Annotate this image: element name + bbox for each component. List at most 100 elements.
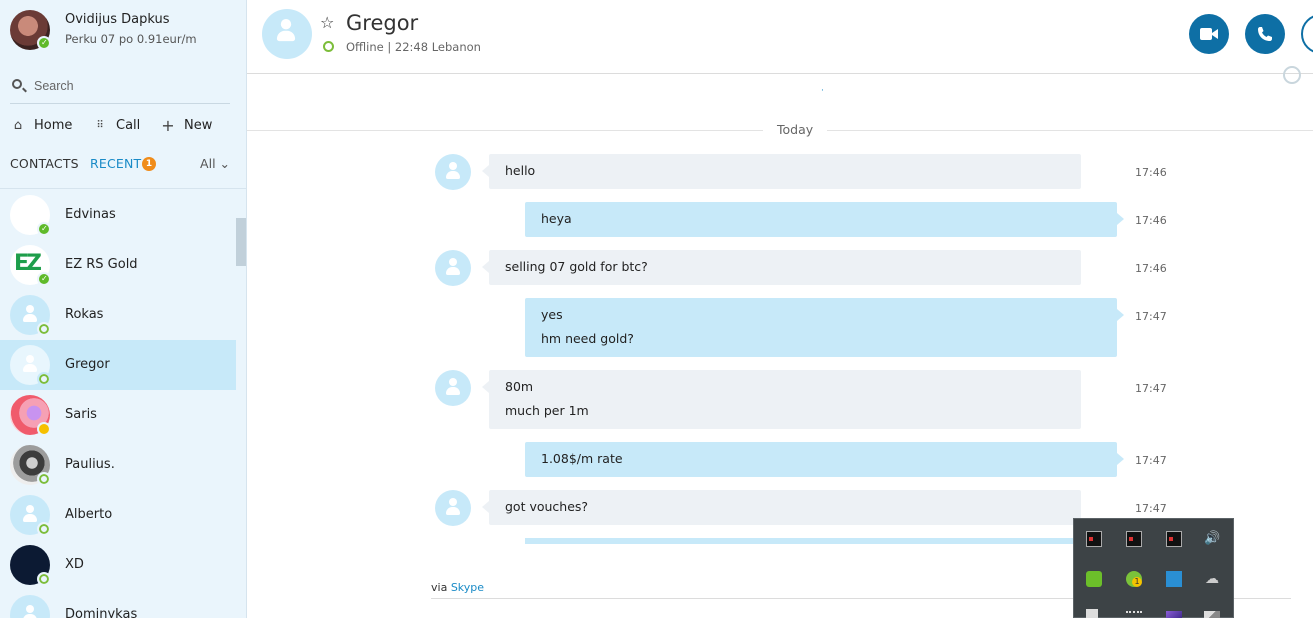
nav-new-label: New xyxy=(184,117,213,133)
default-person-icon xyxy=(276,19,296,45)
plus-icon: + xyxy=(161,115,175,135)
offline-status-icon xyxy=(37,372,51,386)
contact-name: Saris xyxy=(65,407,97,422)
message-time: 17:47 xyxy=(1135,310,1167,323)
nav-new[interactable]: + New xyxy=(160,114,212,136)
default-person-icon xyxy=(23,505,37,525)
contact-item-dominykas[interactable]: Dominykas xyxy=(0,590,236,618)
ez-logo-text: EZ xyxy=(14,251,42,276)
skype-link[interactable]: Skype xyxy=(451,581,484,594)
contact-item-gregor[interactable]: Gregor xyxy=(0,340,236,390)
contact-item-paulius[interactable]: Paulius. xyxy=(0,440,236,490)
offline-status-icon xyxy=(37,522,51,536)
contact-item-edvinas[interactable]: ✓ Edvinas xyxy=(0,190,236,240)
message-text: much per 1m xyxy=(505,403,589,418)
app-tray-icon[interactable] xyxy=(1166,611,1182,618)
nav-home[interactable]: ⌂ Home xyxy=(10,114,73,136)
contact-name: XD xyxy=(65,557,84,572)
chat-contact-name[interactable]: Gregor xyxy=(346,11,418,35)
contact-list: ✓ Edvinas EZ ✓ EZ RS Gold Rokas Gregor S… xyxy=(0,190,236,618)
contact-tabs: CONTACTS RECENT 1 All ⌄ xyxy=(10,156,236,176)
message-text: 1.08$/m rate xyxy=(541,451,623,466)
message-text: 80m xyxy=(505,379,534,394)
contact-name: EZ RS Gold xyxy=(65,257,138,272)
search-input[interactable] xyxy=(34,76,224,96)
cloud-icon[interactable]: ☁ xyxy=(1204,571,1220,587)
offline-status-icon xyxy=(37,322,51,336)
message-bubble-outgoing[interactable]: 1.08$/m rate xyxy=(525,442,1124,477)
recent-unread-badge: 1 xyxy=(142,157,156,171)
filter-dropdown[interactable]: All ⌄ xyxy=(200,156,230,171)
flag-icon[interactable] xyxy=(1204,611,1220,618)
message-bubble-incoming[interactable]: hello xyxy=(482,154,1081,189)
add-people-button[interactable]: + xyxy=(1301,14,1313,54)
default-person-icon xyxy=(446,498,460,518)
chat-contact-status: Offline | 22:48 Lebanon xyxy=(346,40,481,54)
contact-item-ez-rs-gold[interactable]: EZ ✓ EZ RS Gold xyxy=(0,240,236,290)
contact-item-saris[interactable]: Saris xyxy=(0,390,236,440)
offline-status-icon xyxy=(37,472,51,486)
message-avatar[interactable] xyxy=(435,154,471,190)
message-time: 17:47 xyxy=(1135,502,1167,515)
usb-icon[interactable] xyxy=(1086,609,1098,618)
online-status-icon: ✓ xyxy=(37,222,51,236)
tray-app-icon[interactable] xyxy=(1166,531,1182,547)
contact-item-alberto[interactable]: Alberto xyxy=(0,490,236,540)
chat-contact-avatar[interactable] xyxy=(262,9,312,59)
skype-window: ✓ Ovidijus Dapkus Perku 07 po 0.91eur/m … xyxy=(0,0,1313,618)
avatar xyxy=(10,595,50,618)
message-time: 17:47 xyxy=(1135,454,1167,467)
video-camera-icon xyxy=(1200,28,1218,40)
profile-card[interactable]: ✓ Ovidijus Dapkus Perku 07 po 0.91eur/m xyxy=(10,10,240,50)
contact-name: Paulius. xyxy=(65,457,115,472)
default-person-icon xyxy=(446,378,460,398)
message-avatar[interactable] xyxy=(435,490,471,526)
message-bubble-incoming[interactable]: got vouches? xyxy=(482,490,1081,525)
message-avatar[interactable] xyxy=(435,370,471,406)
profile-mood-message: Perku 07 po 0.91eur/m xyxy=(65,32,197,46)
message-text: selling 07 gold for btc? xyxy=(505,259,648,274)
favorite-star-icon[interactable]: ☆ xyxy=(320,13,334,32)
message-text: hello xyxy=(505,163,536,178)
message-time: 17:46 xyxy=(1135,262,1167,275)
message-text: hm need gold? xyxy=(541,331,634,346)
globe-icon[interactable] xyxy=(1283,66,1301,84)
contact-name: Rokas xyxy=(65,307,104,322)
keyboard-icon[interactable] xyxy=(1126,611,1142,618)
notification-app-icon[interactable]: 1 xyxy=(1126,571,1142,587)
contact-item-xd[interactable]: XD xyxy=(0,540,236,590)
network-icon[interactable] xyxy=(1166,571,1182,587)
message-bubble-outgoing[interactable]: yes hm need gold? xyxy=(525,298,1124,357)
system-tray-overflow: 🔊 1 ☁ xyxy=(1073,518,1234,618)
tab-recent[interactable]: RECENT xyxy=(90,156,141,171)
tray-app-icon[interactable] xyxy=(1086,531,1102,547)
message-text: got vouches? xyxy=(505,499,589,514)
message-avatar[interactable] xyxy=(435,250,471,286)
tab-contacts[interactable]: CONTACTS xyxy=(10,156,79,171)
chat-header: ☆ Gregor Offline | 22:48 Lebanon + xyxy=(247,0,1313,74)
message-time: 17:46 xyxy=(1135,166,1167,179)
search-box[interactable] xyxy=(10,74,230,104)
online-status-icon: ✓ xyxy=(37,36,51,50)
search-icon xyxy=(12,79,22,89)
nav-call[interactable]: ⠿ Call xyxy=(92,114,140,136)
divider xyxy=(0,188,247,189)
contact-list-scrollbar[interactable] xyxy=(236,218,246,266)
message-bubble-incoming[interactable]: 80m much per 1m xyxy=(482,370,1081,429)
default-person-icon xyxy=(23,305,37,325)
volume-icon[interactable]: 🔊 xyxy=(1204,531,1220,547)
audio-call-button[interactable] xyxy=(1245,14,1285,54)
contact-name: Gregor xyxy=(65,357,110,372)
message-bubble-incoming[interactable]: selling 07 gold for btc? xyxy=(482,250,1081,285)
message-bubble-outgoing-partial xyxy=(525,538,1117,544)
dialpad-icon: ⠿ xyxy=(96,119,104,131)
default-person-icon xyxy=(446,162,460,182)
message-time: 17:46 xyxy=(1135,214,1167,227)
message-bubble-outgoing[interactable]: heya xyxy=(525,202,1124,237)
video-call-button[interactable] xyxy=(1189,14,1229,54)
security-shield-icon[interactable] xyxy=(1086,571,1102,587)
tray-app-icon[interactable] xyxy=(1126,531,1142,547)
contact-item-rokas[interactable]: Rokas xyxy=(0,290,236,340)
away-status-icon xyxy=(37,422,51,436)
default-person-icon xyxy=(23,355,37,375)
